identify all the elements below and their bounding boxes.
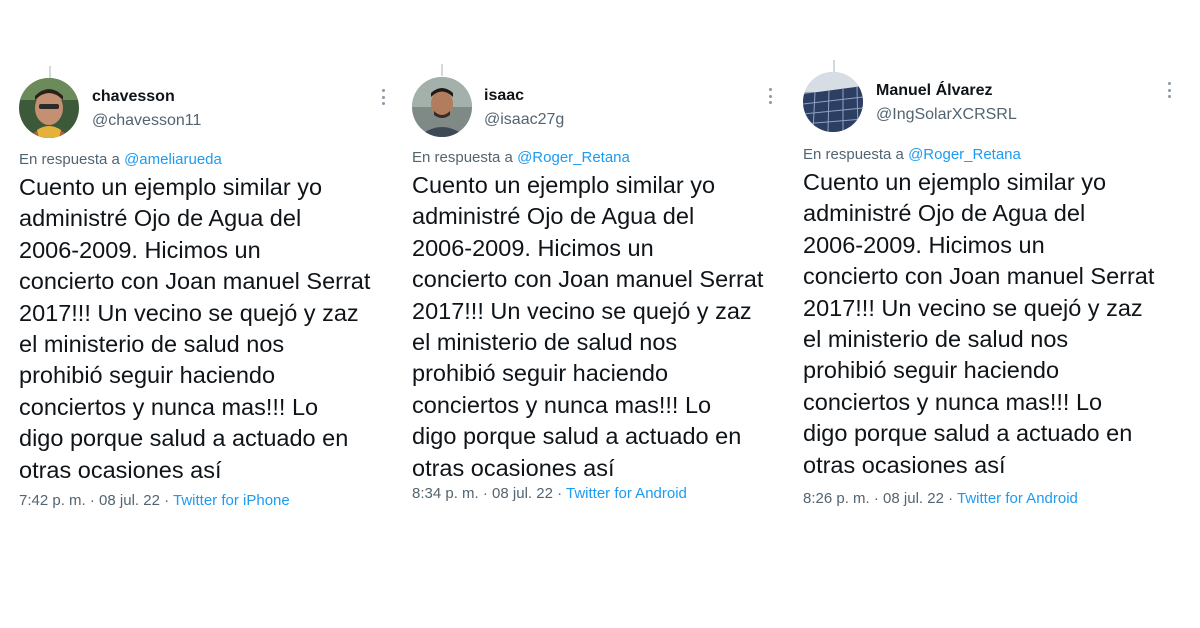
avatar[interactable]	[19, 78, 79, 138]
reply-prefix: En respuesta a	[803, 146, 909, 163]
user-handle[interactable]: @IngSolarXCRSRL	[876, 106, 1017, 124]
reply-context: En respuesta a @ameliarueda	[19, 151, 222, 168]
thread-line	[833, 60, 835, 72]
avatar[interactable]	[412, 77, 472, 137]
display-name[interactable]: Manuel Álvarez	[876, 82, 992, 100]
reply-mention-link[interactable]: @Roger_Retana	[517, 149, 630, 166]
tweet-meta: 8:26 p. m. · 08 jul. 22 · Twitter for An…	[803, 490, 1078, 507]
tweet-date[interactable]: 08 jul. 22	[99, 492, 160, 509]
thread-line	[49, 66, 51, 78]
separator: ·	[869, 490, 884, 507]
reply-prefix: En respuesta a	[412, 149, 518, 166]
separator: ·	[85, 492, 100, 509]
tweet-text: Cuento un ejemplo similar yo administré …	[803, 169, 1155, 478]
separator: ·	[552, 485, 566, 502]
more-options-icon[interactable]	[381, 89, 385, 105]
tweet-time[interactable]: 8:34 p. m.	[412, 485, 479, 502]
more-options-icon[interactable]	[1167, 82, 1171, 98]
tweet-source-link[interactable]: Twitter for Android	[566, 485, 687, 502]
display-name[interactable]: isaac	[484, 87, 524, 105]
tweet-source-link[interactable]: Twitter for iPhone	[173, 492, 290, 509]
user-handle[interactable]: @isaac27g	[484, 111, 564, 129]
tweet-date[interactable]: 08 jul. 22	[492, 485, 553, 502]
tweet-meta: 8:34 p. m. · 08 jul. 22 · Twitter for An…	[412, 485, 687, 502]
separator: ·	[943, 490, 957, 507]
reply-context: En respuesta a @Roger_Retana	[412, 149, 630, 166]
thread-line	[441, 64, 443, 76]
display-name[interactable]: chavesson	[92, 88, 175, 106]
reply-mention-link[interactable]: @Roger_Retana	[908, 146, 1021, 163]
tweet-date[interactable]: 08 jul. 22	[883, 490, 944, 507]
user-handle[interactable]: @chavesson11	[92, 112, 201, 130]
separator: ·	[478, 485, 493, 502]
tweet-meta: 7:42 p. m. · 08 jul. 22 · Twitter for iP…	[19, 492, 290, 509]
tweet-text: Cuento un ejemplo similar yo administré …	[19, 174, 371, 483]
tweet-time[interactable]: 7:42 p. m.	[19, 492, 86, 509]
tweet-source-link[interactable]: Twitter for Android	[957, 490, 1078, 507]
more-options-icon[interactable]	[768, 88, 772, 104]
reply-mention-link[interactable]: @ameliarueda	[124, 151, 222, 168]
reply-prefix: En respuesta a	[19, 151, 125, 168]
tweet-time[interactable]: 8:26 p. m.	[803, 490, 870, 507]
reply-context: En respuesta a @Roger_Retana	[803, 146, 1021, 163]
avatar[interactable]	[803, 72, 863, 132]
separator: ·	[159, 492, 173, 509]
tweet-text: Cuento un ejemplo similar yo administré …	[412, 172, 764, 481]
